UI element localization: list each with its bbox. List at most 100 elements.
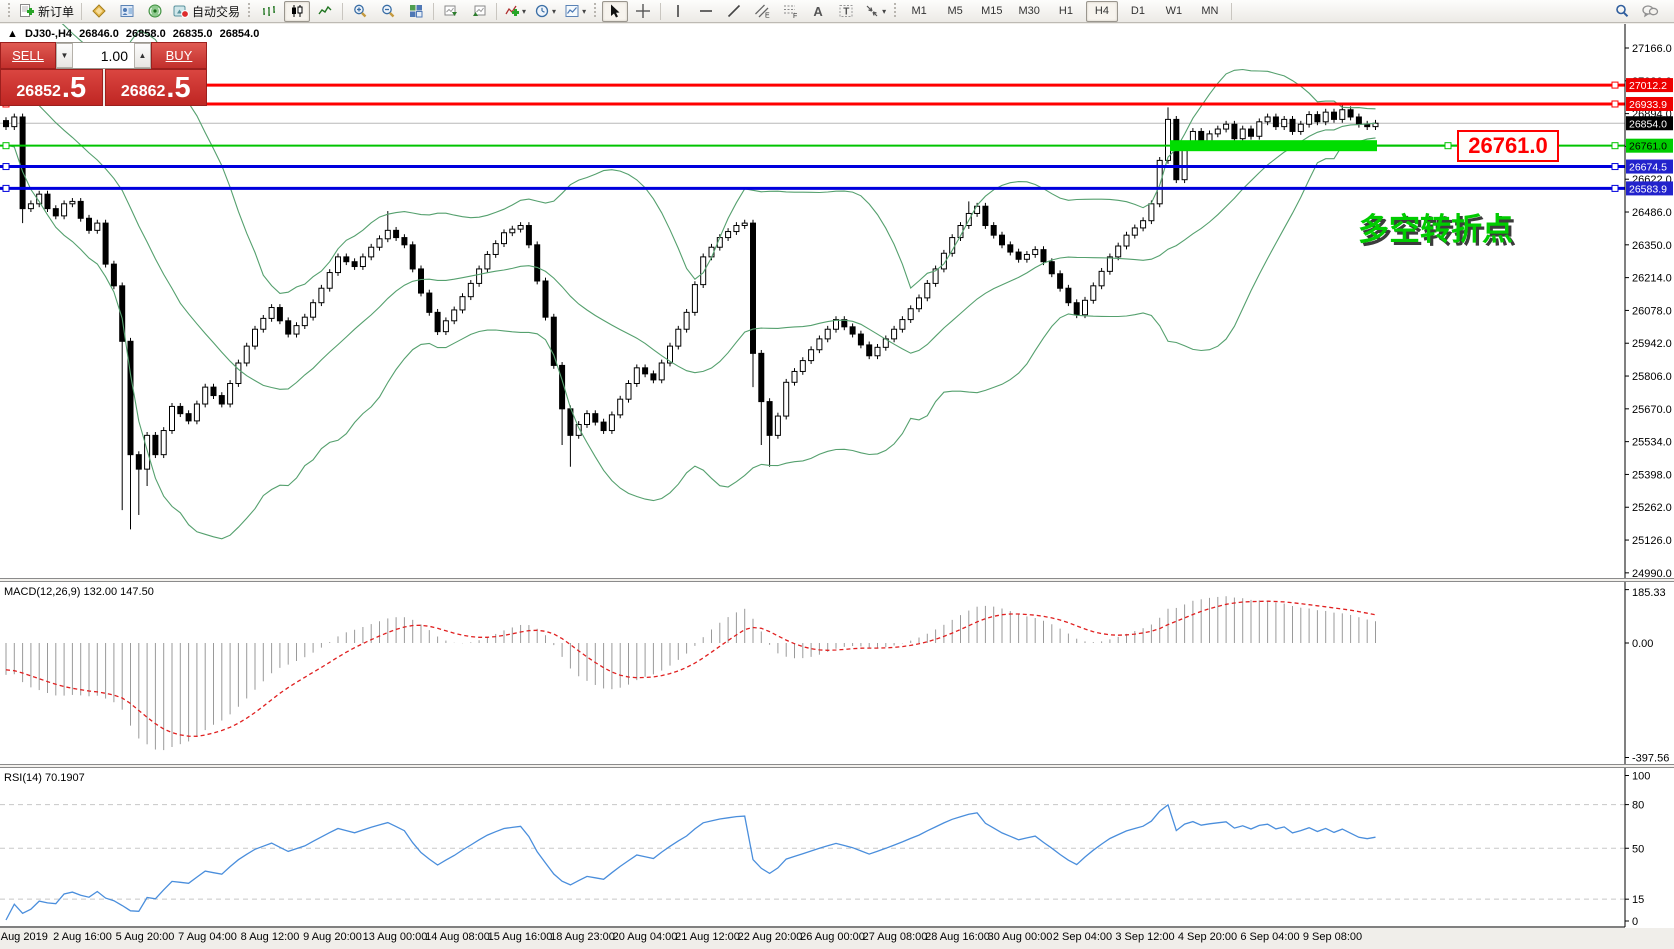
volume-decrease-button[interactable]: ▼ [56,43,73,68]
new-order-icon [19,3,35,19]
candlestick-chart-icon [289,3,305,19]
time-label: 13 Aug 00:00 [363,931,428,943]
volume-value[interactable]: 1.00 [73,43,134,68]
zoom-out-button[interactable] [375,1,401,22]
rsi-pane[interactable]: 1008050150RSI(14) 70.1907 [0,768,1674,928]
horizontal-line-tool-button[interactable] [693,1,719,22]
market-watch-button[interactable] [86,1,112,22]
svg-text:T: T [843,7,849,18]
toolbar-grip[interactable] [593,3,598,19]
ohlc-high: 26858.0 [126,28,166,40]
rsi-line [6,805,1376,920]
line-handle [3,185,9,191]
buy-price-main: 26862 [121,84,166,100]
cursor-tool-button[interactable] [602,1,628,22]
chat-button[interactable] [1637,1,1663,22]
vertical-line-icon [670,3,686,19]
new-order-label: 新订单 [38,3,74,20]
price-tick-label: 25534.0 [1632,437,1672,449]
line-handle [1612,185,1618,191]
crosshair-tool-button[interactable] [630,1,656,22]
one-click-trade-panel: SELL ▼ 1.00 ▲ BUY 26852 .5 26862 .5 [0,42,207,106]
line-handle [3,164,9,170]
price-tick-label: 26350.0 [1632,240,1672,252]
toolbar-separator [342,3,343,20]
price-chart-pane[interactable]: 26761.0多空转折点多空转折点27166.027030.026894.026… [0,24,1674,579]
price-tag-label: 27012.2 [1629,80,1667,92]
timeframe-H1[interactable]: H1 [1050,1,1082,22]
sell-price-pips: .5 [62,74,86,103]
macd-signal-line [6,601,1376,736]
new-order-button[interactable]: 新订单 [16,1,77,22]
toolbar-grip[interactable] [7,3,12,19]
timeframe-M5[interactable]: M5 [939,1,971,22]
buy-price-button[interactable]: 26862 .5 [105,69,208,106]
price-tick-label: 25942.0 [1632,338,1672,350]
macd-pane[interactable]: 185.330.00-397.56MACD(12,26,9) 132.00 14… [0,582,1674,764]
indicators-button[interactable]: ▾ [501,1,529,22]
vertical-line-tool-button[interactable] [665,1,691,22]
macd-axis-label: 0.00 [1632,638,1653,650]
time-axis[interactable]: 1 Aug 20192 Aug 16:005 Aug 20:007 Aug 04… [0,929,1674,947]
cursor-icon [607,3,623,19]
one-click-collapse-icon[interactable]: ▲ [7,28,18,40]
periods-button[interactable]: ▾ [531,1,559,22]
clock-icon [534,3,550,19]
templates-icon [564,3,580,19]
signal-icon [147,3,163,19]
toolbar-separator [433,3,434,20]
profile-previous-button[interactable] [438,1,464,22]
timeframe-M15[interactable]: M15 [975,1,1008,22]
svg-text:F: F [793,13,797,19]
time-label: 26 Aug 00:00 [800,931,865,943]
timeframe-H4[interactable]: H4 [1086,1,1118,22]
timeframe-W1[interactable]: W1 [1158,1,1190,22]
sell-button[interactable]: SELL [0,42,56,69]
timeframe-toolbar: M1M5M15M30H1H4D1W1MN [901,1,1228,22]
toolbar-separator [496,3,497,20]
timeframe-MN[interactable]: MN [1194,1,1226,22]
toolbar-grip[interactable] [247,3,252,19]
zoom-in-icon [352,3,368,19]
price-tick-label: 25670.0 [1632,404,1672,416]
trendline-tool-button[interactable] [721,1,747,22]
timeframe-M30[interactable]: M30 [1013,1,1046,22]
volume-increase-button[interactable]: ▲ [134,43,151,68]
price-tick-label: 26486.0 [1632,207,1672,219]
arrows-tool-button[interactable]: ▾ [861,1,889,22]
navigator-button[interactable] [114,1,140,22]
autotrading-label: 自动交易 [192,3,240,20]
price-tick-label: 26214.0 [1632,273,1672,285]
text-label-tool-button[interactable]: T [833,1,859,22]
buy-button[interactable]: BUY [151,42,207,69]
timeframe-M1[interactable]: M1 [903,1,935,22]
buy-price-pips: .5 [166,74,190,103]
bar-chart-button[interactable] [256,1,282,22]
autotrading-button[interactable]: 自动交易 [170,1,243,22]
candlestick-chart-button[interactable] [284,1,310,22]
rsi-axis-label: 15 [1632,894,1644,906]
dropdown-caret-icon: ▾ [552,7,556,16]
templates-button[interactable]: ▾ [561,1,589,22]
equidistant-channel-tool-button[interactable]: E [749,1,775,22]
line-chart-button[interactable] [312,1,338,22]
time-label: 4 Sep 20:00 [1178,931,1237,943]
rsi-label: RSI(14) 70.1907 [4,772,85,784]
arrows-icon [864,3,880,19]
text-tool-button[interactable]: A [805,1,831,22]
toolbar-grip[interactable] [893,3,898,19]
autotrading-icon [173,3,189,19]
timeframe-D1[interactable]: D1 [1122,1,1154,22]
data-window-button[interactable] [142,1,168,22]
search-button[interactable] [1609,1,1635,22]
sell-price-button[interactable]: 26852 .5 [0,69,103,106]
tile-windows-button[interactable] [403,1,429,22]
line-handle [1612,164,1618,170]
rsi-axis-label: 50 [1632,843,1644,855]
profile-next-button[interactable] [466,1,492,22]
line-handle [1445,143,1451,149]
fibonacci-tool-button[interactable]: F [777,1,803,22]
annotation-text: 多空转折点 [1358,212,1513,247]
time-label: 2 Aug 16:00 [53,931,112,943]
zoom-in-button[interactable] [347,1,373,22]
